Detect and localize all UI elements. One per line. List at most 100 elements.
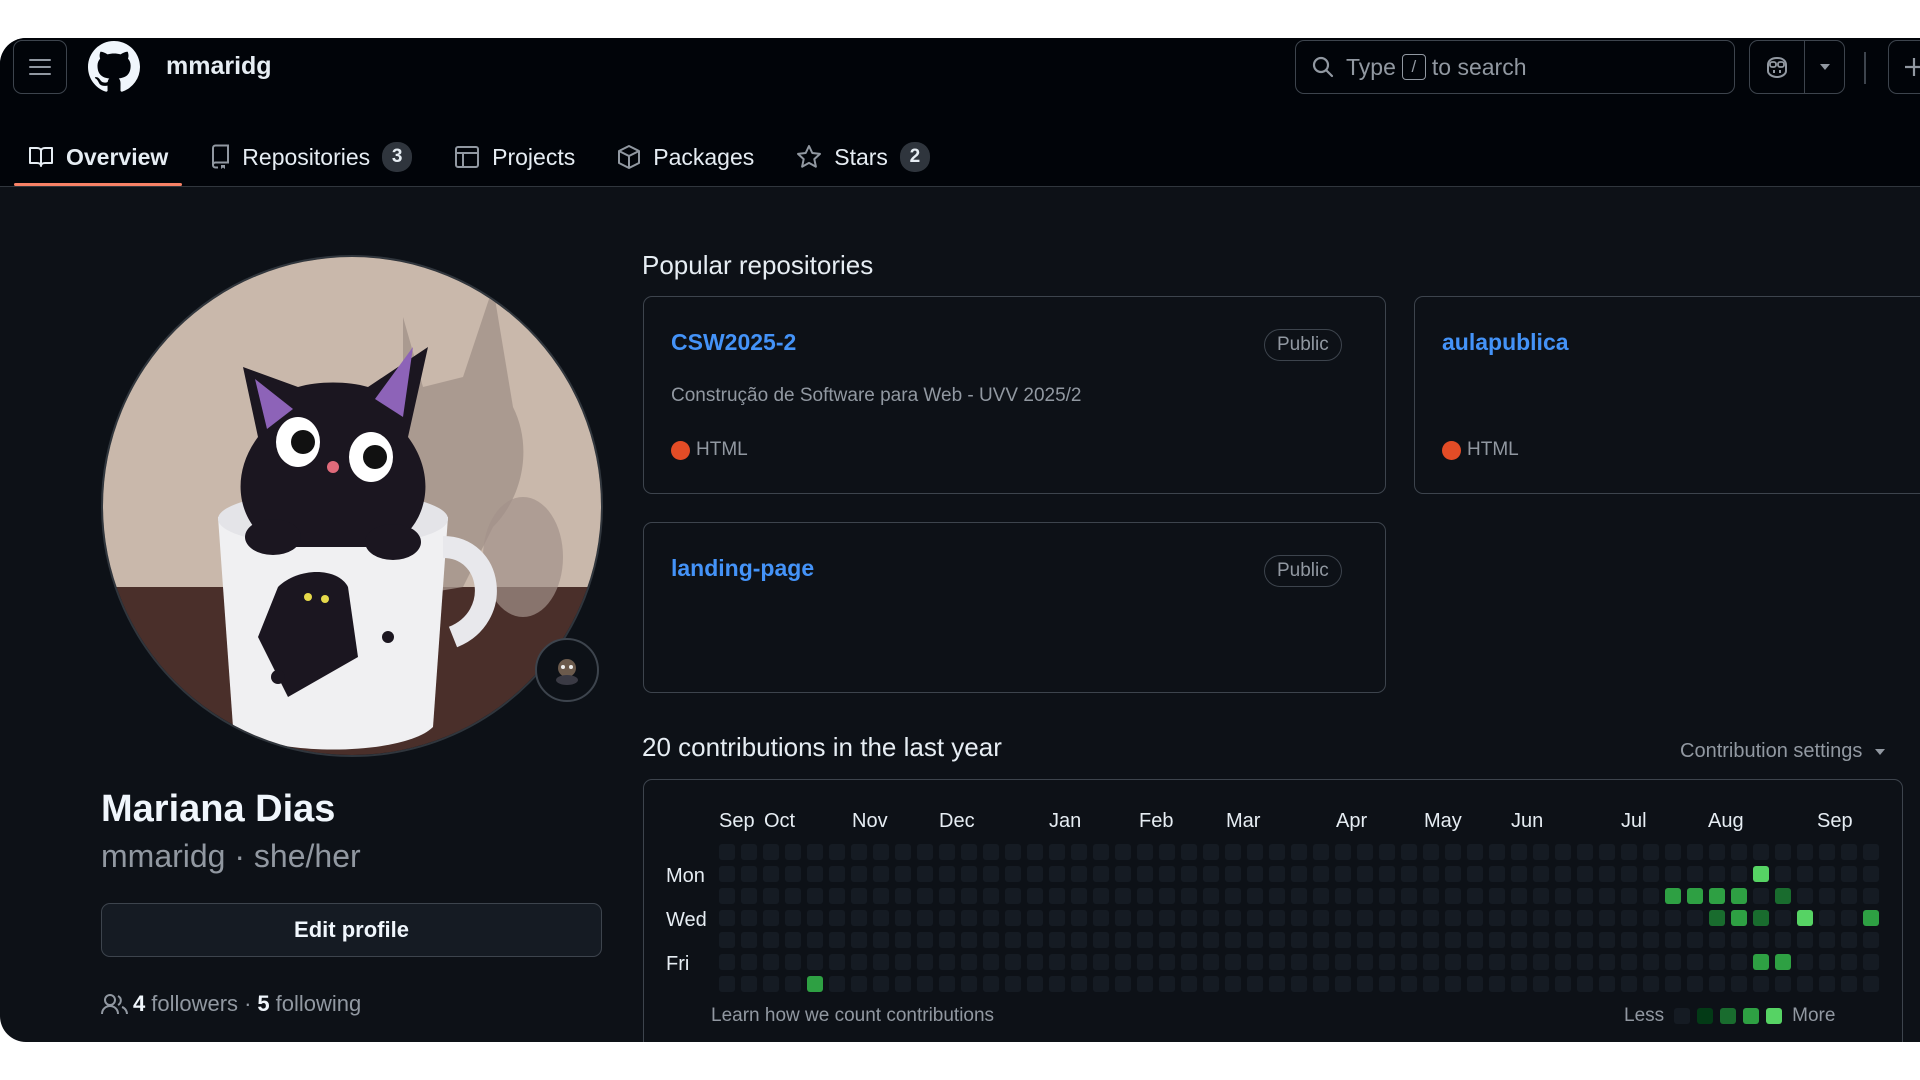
github-logo-icon[interactable]	[88, 41, 140, 93]
contribution-day-cell[interactable]	[873, 888, 889, 904]
contribution-day-cell[interactable]	[851, 954, 867, 970]
contribution-day-cell[interactable]	[1049, 954, 1065, 970]
contribution-day-cell[interactable]	[1819, 888, 1835, 904]
contribution-day-cell[interactable]	[1247, 932, 1263, 948]
contribution-day-cell[interactable]	[917, 976, 933, 992]
contribution-day-cell[interactable]	[1731, 888, 1747, 904]
contribution-day-cell[interactable]	[1731, 866, 1747, 882]
contribution-day-cell[interactable]	[1709, 954, 1725, 970]
contribution-day-cell[interactable]	[1203, 976, 1219, 992]
contribution-day-cell[interactable]	[939, 888, 955, 904]
contribution-day-cell[interactable]	[1863, 888, 1879, 904]
contribution-day-cell[interactable]	[1247, 976, 1263, 992]
contribution-day-cell[interactable]	[1555, 888, 1571, 904]
contribution-day-cell[interactable]	[1071, 866, 1087, 882]
contribution-day-cell[interactable]	[1159, 844, 1175, 860]
contribution-day-cell[interactable]	[1379, 954, 1395, 970]
contribution-settings-dropdown[interactable]: Contribution settings	[1680, 740, 1886, 763]
contribution-day-cell[interactable]	[1379, 976, 1395, 992]
contribution-day-cell[interactable]	[1709, 844, 1725, 860]
contribution-day-cell[interactable]	[1291, 888, 1307, 904]
contribution-day-cell[interactable]	[719, 910, 735, 926]
contribution-day-cell[interactable]	[1511, 888, 1527, 904]
contribution-day-cell[interactable]	[917, 954, 933, 970]
contribution-day-cell[interactable]	[1357, 844, 1373, 860]
contribution-day-cell[interactable]	[1313, 976, 1329, 992]
contribution-day-cell[interactable]	[1555, 976, 1571, 992]
contribution-day-cell[interactable]	[1115, 844, 1131, 860]
contribution-day-cell[interactable]	[1093, 888, 1109, 904]
contribution-day-cell[interactable]	[1203, 844, 1219, 860]
contribution-day-cell[interactable]	[785, 866, 801, 882]
tab-overview[interactable]: Overview	[14, 130, 183, 186]
contribution-day-cell[interactable]	[785, 954, 801, 970]
contribution-day-cell[interactable]	[829, 844, 845, 860]
contribution-day-cell[interactable]	[1049, 888, 1065, 904]
contribution-day-cell[interactable]	[1093, 932, 1109, 948]
contribution-day-cell[interactable]	[1533, 866, 1549, 882]
contribution-day-cell[interactable]	[829, 910, 845, 926]
learn-contributions-link[interactable]: Learn how we count contributions	[711, 1005, 994, 1027]
contribution-day-cell[interactable]	[807, 866, 823, 882]
contribution-day-cell[interactable]	[1181, 976, 1197, 992]
contribution-day-cell[interactable]	[1467, 866, 1483, 882]
contribution-day-cell[interactable]	[895, 910, 911, 926]
contribution-day-cell[interactable]	[983, 844, 999, 860]
contribution-day-cell[interactable]	[1511, 866, 1527, 882]
contribution-day-cell[interactable]	[1555, 866, 1571, 882]
contribution-day-cell[interactable]	[1621, 910, 1637, 926]
contribution-day-cell[interactable]	[1533, 844, 1549, 860]
contribution-day-cell[interactable]	[1753, 844, 1769, 860]
create-new-button[interactable]	[1888, 40, 1920, 94]
contribution-day-cell[interactable]	[1775, 844, 1791, 860]
following-link[interactable]: 5 following	[257, 991, 361, 1017]
contribution-day-cell[interactable]	[1247, 888, 1263, 904]
contribution-day-cell[interactable]	[873, 910, 889, 926]
contribution-day-cell[interactable]	[1401, 954, 1417, 970]
contribution-day-cell[interactable]	[1467, 844, 1483, 860]
contribution-day-cell[interactable]	[1643, 888, 1659, 904]
contribution-day-cell[interactable]	[1335, 932, 1351, 948]
contribution-day-cell[interactable]	[1203, 888, 1219, 904]
contribution-day-cell[interactable]	[1247, 910, 1263, 926]
contribution-day-cell[interactable]	[741, 888, 757, 904]
contribution-day-cell[interactable]	[1643, 910, 1659, 926]
tab-repositories[interactable]: Repositories 3	[196, 130, 426, 184]
contribution-day-cell[interactable]	[829, 954, 845, 970]
contribution-day-cell[interactable]	[1445, 976, 1461, 992]
contribution-day-cell[interactable]	[807, 888, 823, 904]
contribution-day-cell[interactable]	[851, 976, 867, 992]
contribution-day-cell[interactable]	[1291, 866, 1307, 882]
contribution-day-cell[interactable]	[895, 932, 911, 948]
contribution-day-cell[interactable]	[1137, 910, 1153, 926]
search-input[interactable]: Type / to search	[1295, 40, 1735, 94]
contribution-day-cell[interactable]	[1225, 976, 1241, 992]
contribution-day-cell[interactable]	[1467, 954, 1483, 970]
contribution-day-cell[interactable]	[1313, 866, 1329, 882]
contribution-day-cell[interactable]	[1555, 910, 1571, 926]
contribution-day-cell[interactable]	[1357, 954, 1373, 970]
contribution-day-cell[interactable]	[1423, 910, 1439, 926]
contribution-day-cell[interactable]	[1335, 976, 1351, 992]
contribution-day-cell[interactable]	[829, 932, 845, 948]
contribution-day-cell[interactable]	[1423, 888, 1439, 904]
repo-link[interactable]: aulapublica	[1442, 329, 1569, 356]
contribution-day-cell[interactable]	[763, 844, 779, 860]
contribution-day-cell[interactable]	[1005, 954, 1021, 970]
contribution-day-cell[interactable]	[1049, 866, 1065, 882]
contribution-day-cell[interactable]	[983, 932, 999, 948]
contribution-day-cell[interactable]	[1621, 932, 1637, 948]
contribution-day-cell[interactable]	[1753, 866, 1769, 882]
contribution-day-cell[interactable]	[1027, 976, 1043, 992]
menu-button[interactable]	[13, 40, 67, 94]
contribution-day-cell[interactable]	[1863, 976, 1879, 992]
contribution-day-cell[interactable]	[1687, 976, 1703, 992]
contribution-day-cell[interactable]	[1401, 866, 1417, 882]
contribution-day-cell[interactable]	[1731, 910, 1747, 926]
contribution-day-cell[interactable]	[895, 844, 911, 860]
contribution-day-cell[interactable]	[763, 888, 779, 904]
contribution-day-cell[interactable]	[741, 932, 757, 948]
contribution-day-cell[interactable]	[1335, 954, 1351, 970]
edit-profile-button[interactable]: Edit profile	[101, 903, 602, 957]
contribution-day-cell[interactable]	[1599, 866, 1615, 882]
